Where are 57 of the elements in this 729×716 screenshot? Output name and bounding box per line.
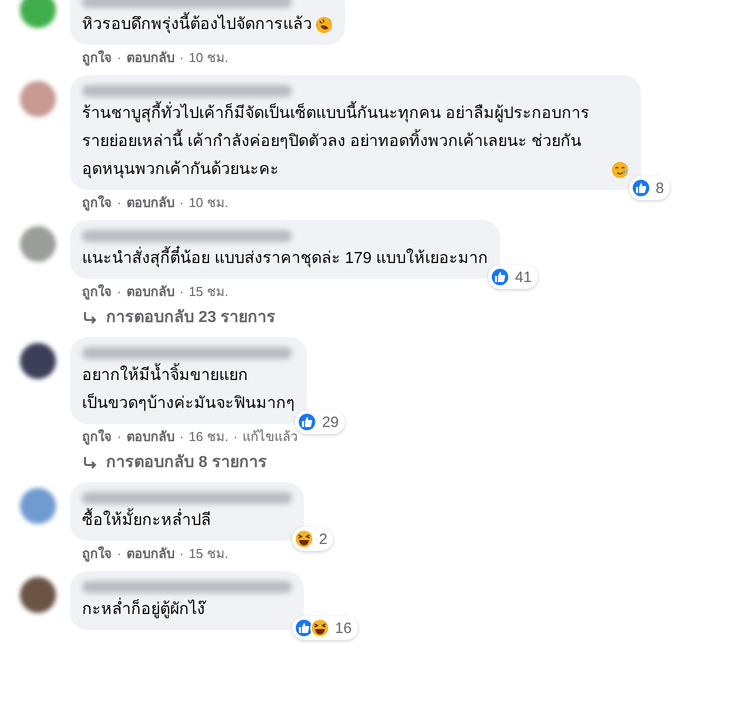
- like-icon: [297, 412, 317, 432]
- reaction-badge[interactable]: 8: [628, 176, 670, 200]
- view-replies-link[interactable]: การตอบกลับ 23 รายการ: [70, 307, 276, 335]
- reply-arrow-icon: [82, 310, 98, 326]
- comment-time[interactable]: 15 ชม.: [188, 545, 228, 563]
- comment-action-link[interactable]: ถูกใจ: [82, 194, 112, 212]
- laughing-emoji-icon: [315, 16, 333, 34]
- comment-text: อยากให้มีน้ำจิ้มขายแยก เป็นขวดๆบ้างค่ะมันจะฟินมากๆ: [82, 362, 295, 418]
- separator-dot: ·: [117, 428, 122, 446]
- reaction-badge[interactable]: 16: [292, 616, 358, 640]
- edited-label[interactable]: แก้ไขแล้ว: [242, 428, 298, 446]
- comment-action-link[interactable]: ตอบกลับ: [126, 545, 174, 563]
- separator-dot: ·: [117, 49, 122, 67]
- laughing-face-icon: [294, 529, 314, 549]
- comment-time[interactable]: 10 ชม.: [188, 49, 228, 67]
- reaction-count: 29: [322, 414, 339, 430]
- avatar[interactable]: [20, 577, 56, 613]
- like-icon: [630, 178, 651, 198]
- separator-dot: ·: [117, 545, 122, 563]
- laughing-face-icon: [310, 618, 330, 638]
- comment-action-link[interactable]: ถูกใจ: [82, 428, 112, 446]
- comment-text: ซื้อให้มั้ยกะหล่ำปลี: [82, 507, 211, 535]
- teary-smile-emoji-icon: [610, 161, 629, 179]
- like-icon: [490, 267, 510, 287]
- comment-action-link[interactable]: ตอบกลับ: [126, 428, 174, 446]
- comment-text: กะหล่ำก็อยู่ตู้ผักไง๊: [82, 596, 205, 624]
- reaction-count: 2: [319, 530, 328, 548]
- comment-text: หิวรอบดึกพรุ่งนี้ต้องไปจัดการแล้ว: [82, 11, 312, 39]
- separator-dot: ·: [179, 49, 184, 67]
- separator-dot: ·: [179, 283, 184, 301]
- comment-action-link[interactable]: ตอบกลับ: [126, 194, 174, 212]
- comment-action-link[interactable]: ถูกใจ: [82, 283, 112, 301]
- avatar[interactable]: [20, 343, 56, 379]
- reply-arrow-icon: [82, 455, 98, 471]
- separator-dot: ·: [179, 194, 184, 212]
- comment-action-link[interactable]: ถูกใจ: [82, 545, 112, 563]
- comment-time[interactable]: 15 ชม.: [188, 283, 228, 301]
- reaction-count: 41: [515, 268, 532, 286]
- comment-action-link[interactable]: ตอบกลับ: [126, 49, 174, 67]
- reaction-count: 16: [335, 620, 352, 636]
- comment-text: ร้านชาบูสุกี้ทั่วไปเค้าก็มีจัดเป็นเซ็ตแบบนี้กันนะทุกคน อย่าลืมผู้ประกอบการรายย่อยเหล่านี้ เค้ากำลังค่อยๆปิดตัวลง อย่าทอดทิ้งพวกเค้าเลยนะ ช่วยกันอุดหนุนพวกเค้ากันด้วยนะคะ: [82, 100, 608, 184]
- separator-dot: ·: [179, 545, 184, 563]
- comment-time[interactable]: 16 ชม.: [188, 428, 228, 446]
- separator-dot: ·: [117, 194, 122, 212]
- reaction-badge[interactable]: 29: [295, 410, 345, 434]
- like-icon: [294, 618, 314, 638]
- reaction-badge[interactable]: 41: [488, 265, 538, 289]
- separator-dot: ·: [233, 428, 238, 446]
- reaction-badge[interactable]: 2: [292, 527, 334, 551]
- view-replies-link[interactable]: การตอบกลับ 8 รายการ: [70, 452, 267, 480]
- separator-dot: ·: [117, 283, 122, 301]
- comment-text: แนะนำสั่งสุกี้ตี๋น้อย แบบส่งราคาชุดล่ะ 179 แบบให้เยอะมาก: [82, 245, 488, 273]
- reaction-count: 8: [656, 180, 664, 196]
- comment-time[interactable]: 10 ชม.: [188, 194, 228, 212]
- comment-action-link[interactable]: ถูกใจ: [82, 49, 112, 67]
- comment-action-link[interactable]: ตอบกลับ: [126, 283, 174, 301]
- separator-dot: ·: [179, 428, 184, 446]
